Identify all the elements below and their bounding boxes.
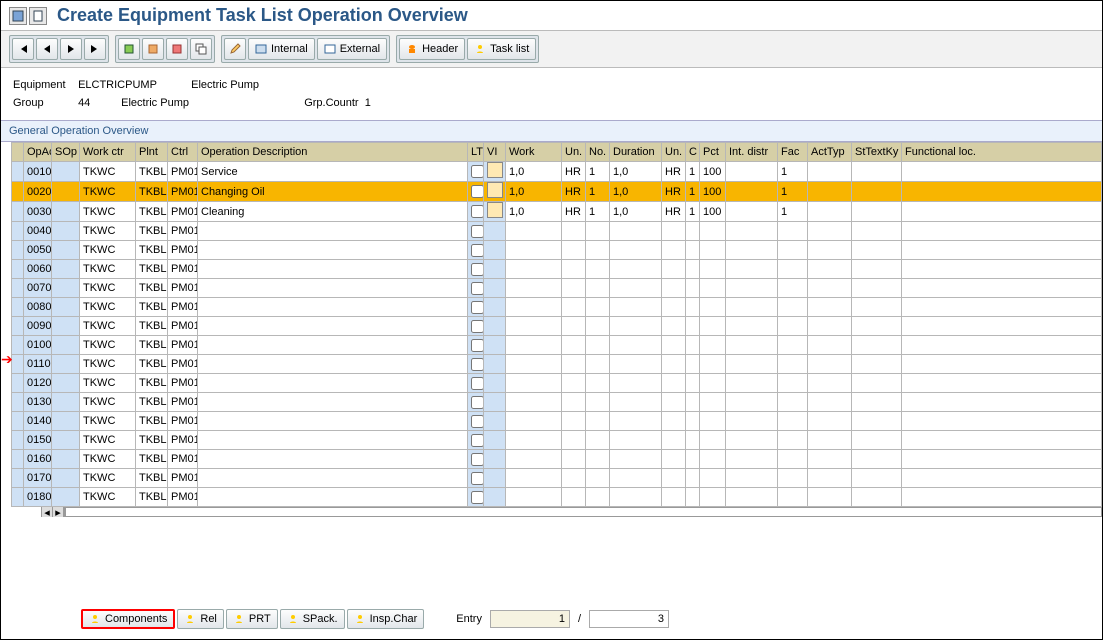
- insert-above-icon[interactable]: [118, 38, 140, 60]
- page-title: Create Equipment Task List Operation Ove…: [57, 5, 468, 26]
- header-button[interactable]: Header: [399, 38, 465, 60]
- col-sop[interactable]: SOp: [52, 143, 80, 162]
- copy-row-icon[interactable]: [190, 38, 212, 60]
- table-row[interactable]: 0010TKWCTKBLPM01Service1,0HR11,0HR11001: [12, 162, 1102, 182]
- col-workctr[interactable]: Work ctr: [80, 143, 136, 162]
- panel-title: General Operation Overview: [1, 120, 1102, 142]
- components-button[interactable]: Components: [81, 609, 175, 629]
- first-button[interactable]: [12, 38, 34, 60]
- table-row[interactable]: 0110TKWCTKBLPM01: [12, 355, 1102, 374]
- table-row[interactable]: 0020TKWCTKBLPM01Changing Oil1,0HR11,0HR1…: [12, 182, 1102, 202]
- table-row[interactable]: 0130TKWCTKBLPM01: [12, 393, 1102, 412]
- spack-button[interactable]: SPack.: [280, 609, 345, 629]
- table-row[interactable]: 0170TKWCTKBLPM01: [12, 469, 1102, 488]
- group-value: 44: [78, 94, 118, 112]
- vi-icon[interactable]: [487, 182, 503, 198]
- table-row[interactable]: 0080TKWCTKBLPM01: [12, 298, 1102, 317]
- col-acttyp[interactable]: ActTyp: [808, 143, 852, 162]
- col-plnt[interactable]: Plnt: [136, 143, 168, 162]
- edit-icon[interactable]: [224, 38, 246, 60]
- table-row[interactable]: 0050TKWCTKBLPM01: [12, 241, 1102, 260]
- col-un2[interactable]: Un.: [662, 143, 686, 162]
- entry-total: [589, 610, 669, 628]
- equipment-desc: Electric Pump: [191, 79, 259, 91]
- grpcountr-value: 1: [365, 97, 371, 109]
- group-desc: Electric Pump: [121, 94, 301, 112]
- internal-button[interactable]: Internal: [248, 38, 315, 60]
- entry-sep: /: [578, 613, 581, 625]
- table-row[interactable]: 0090TKWCTKBLPM01: [12, 317, 1102, 336]
- table-row[interactable]: 0100TKWCTKBLPM01: [12, 336, 1102, 355]
- col-funcloc[interactable]: Functional loc.: [902, 143, 1102, 162]
- col-un1[interactable]: Un.: [562, 143, 586, 162]
- insert-below-icon[interactable]: [142, 38, 164, 60]
- table-row[interactable]: 0150TKWCTKBLPM01: [12, 431, 1102, 450]
- info-area: Equipment ELCTRICPUMP Electric Pump Grou…: [1, 68, 1102, 120]
- prt-button[interactable]: PRT: [226, 609, 278, 629]
- inspchar-button[interactable]: Insp.Char: [347, 609, 425, 629]
- grid-header-row: OpAc SOp Work ctr Plnt Ctrl Operation De…: [12, 143, 1102, 162]
- col-opac[interactable]: OpAc: [24, 143, 52, 162]
- col-pct[interactable]: Pct: [700, 143, 726, 162]
- table-row[interactable]: 0180TKWCTKBLPM01: [12, 488, 1102, 507]
- vi-icon[interactable]: [487, 162, 503, 178]
- rel-button[interactable]: Rel: [177, 609, 224, 629]
- table-row[interactable]: 0070TKWCTKBLPM01: [12, 279, 1102, 298]
- last-button[interactable]: [84, 38, 106, 60]
- operation-grid[interactable]: OpAc SOp Work ctr Plnt Ctrl Operation De…: [11, 142, 1102, 507]
- table-row[interactable]: 0060TKWCTKBLPM01: [12, 260, 1102, 279]
- selection-arrow-icon: ➔: [1, 351, 13, 368]
- entry-label: Entry: [456, 613, 482, 625]
- tasklist-button[interactable]: Task list: [467, 38, 536, 60]
- scroll-right-icon[interactable]: ▸: [53, 507, 64, 517]
- col-opdesc[interactable]: Operation Description: [198, 143, 468, 162]
- col-no[interactable]: No.: [586, 143, 610, 162]
- col-lt[interactable]: LT: [468, 143, 484, 162]
- col-ctrl[interactable]: Ctrl: [168, 143, 198, 162]
- scroll-left-icon[interactable]: ◂: [42, 507, 53, 517]
- table-row[interactable]: 0120TKWCTKBLPM01: [12, 374, 1102, 393]
- display-icon[interactable]: [9, 7, 27, 25]
- table-row[interactable]: 0040TKWCTKBLPM01: [12, 222, 1102, 241]
- group-label: Group: [13, 94, 75, 112]
- delete-row-icon[interactable]: [166, 38, 188, 60]
- external-button[interactable]: External: [317, 38, 387, 60]
- table-row[interactable]: 0140TKWCTKBLPM01: [12, 412, 1102, 431]
- entry-input[interactable]: [490, 610, 570, 628]
- toolbar: Internal External Header Task list: [1, 30, 1102, 68]
- grpcountr-label: Grp.Countr: [304, 97, 358, 109]
- prev-button[interactable]: [36, 38, 58, 60]
- table-row[interactable]: 0030TKWCTKBLPM01Cleaning1,0HR11,0HR11001: [12, 202, 1102, 222]
- vi-icon[interactable]: [487, 202, 503, 218]
- next-button[interactable]: [60, 38, 82, 60]
- col-c[interactable]: C: [686, 143, 700, 162]
- equipment-label: Equipment: [13, 76, 75, 94]
- col-intd[interactable]: Int. distr: [726, 143, 778, 162]
- col-vi[interactable]: VI: [484, 143, 506, 162]
- col-fac[interactable]: Fac: [778, 143, 808, 162]
- col-dur[interactable]: Duration: [610, 143, 662, 162]
- equipment-value: ELCTRICPUMP: [78, 76, 188, 94]
- col-sttxt[interactable]: StTextKy: [852, 143, 902, 162]
- document-icon[interactable]: [29, 7, 47, 25]
- col-work[interactable]: Work: [506, 143, 562, 162]
- table-row[interactable]: 0160TKWCTKBLPM01: [12, 450, 1102, 469]
